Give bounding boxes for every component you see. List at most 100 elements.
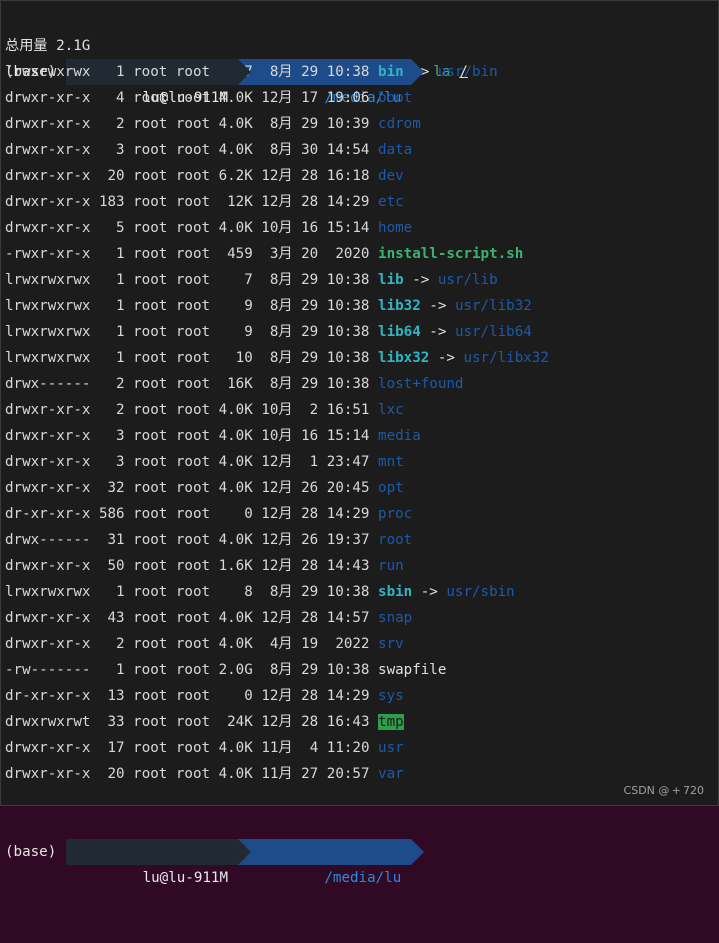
list-item: dr-xr-xr-x 13 root root 0 12月 28 14:29 s…: [5, 683, 404, 709]
file-name: swapfile: [378, 662, 447, 678]
file-size: 459: [227, 246, 253, 262]
link-count: 5: [116, 220, 125, 236]
group: root: [175, 740, 211, 756]
permissions: drwxr-xr-x: [5, 610, 91, 626]
permissions: drwx------: [5, 376, 91, 392]
owner: root: [133, 428, 168, 444]
list-item: drwxrwxrwt 33 root root 24K 12月 28 16:43…: [5, 709, 404, 735]
list-item: -rw------- 1 root root 2.0G 8月 29 10:38 …: [5, 657, 446, 683]
list-item: lrwxrwxrwx 1 root root 7 8月 29 10:38 lib…: [5, 267, 498, 293]
permissions: lrwxrwxrwx: [5, 298, 91, 314]
prompt-line-bottom: (base) lu@lu-911M /media/lu: [5, 787, 425, 886]
permissions: drwx------: [5, 532, 91, 548]
day: 29: [301, 376, 319, 392]
link-target: usr/lib: [437, 272, 498, 288]
permissions: lrwxrwxrwx: [5, 64, 91, 80]
permissions: lrwxrwxrwx: [5, 272, 91, 288]
link-count: 1: [116, 298, 125, 314]
month: 8月: [269, 298, 293, 314]
month: 10月: [261, 428, 293, 444]
time: 11:20: [326, 740, 370, 756]
link-count: 1: [116, 350, 125, 366]
link-count: 13: [107, 688, 125, 704]
month: 11月: [261, 740, 293, 756]
file-size: 4.0K: [218, 740, 253, 756]
link-count: 20: [107, 766, 125, 782]
month: 10月: [261, 402, 293, 418]
file-size: 9: [244, 298, 253, 314]
list-item: lrwxrwxrwx 1 root root 9 8月 29 10:38 lib…: [5, 319, 532, 345]
file-name: mnt: [378, 454, 404, 470]
owner: root: [133, 142, 168, 158]
owner: root: [133, 454, 168, 470]
prompt-path: /media/lu: [238, 839, 425, 886]
group: root: [175, 558, 211, 574]
group: root: [175, 64, 211, 80]
permissions: drwxr-xr-x: [5, 558, 91, 574]
owner: root: [133, 636, 168, 652]
month: 12月: [261, 506, 293, 522]
month: 12月: [261, 168, 293, 184]
file-name: root: [378, 532, 413, 548]
owner: root: [133, 350, 168, 366]
link-count: 183: [98, 194, 125, 210]
group: root: [175, 402, 211, 418]
link-count: 2: [116, 116, 125, 132]
month: 12月: [261, 194, 293, 210]
month: 12月: [261, 454, 293, 470]
terminal-window[interactable]: (base) lu@lu-911M /media/lu la / 总用量 2.1…: [0, 0, 719, 886]
month: 3月: [269, 246, 293, 262]
month: 12月: [261, 688, 293, 704]
day: 28: [301, 168, 319, 184]
month: 4月: [269, 636, 293, 652]
file-size: 4.0K: [218, 610, 253, 626]
time: 10:38: [326, 324, 370, 340]
time: 10:38: [326, 64, 370, 80]
day: 30: [301, 142, 319, 158]
time: 14:57: [326, 610, 370, 626]
link-arrow: ->: [437, 350, 455, 366]
day: 2: [309, 402, 319, 418]
file-name: opt: [378, 480, 404, 496]
permissions: drwxr-xr-x: [5, 142, 91, 158]
prompt-path-arrow-icon: [411, 839, 425, 865]
time: 10:38: [326, 298, 370, 314]
file-name: home: [378, 220, 413, 236]
file-name: srv: [378, 636, 404, 652]
link-target: usr/sbin: [446, 584, 515, 600]
link-count: 50: [107, 558, 125, 574]
list-item: lrwxrwxrwx 1 root root 8 8月 29 10:38 sbi…: [5, 579, 515, 605]
day: 16: [301, 428, 319, 444]
time: 15:14: [326, 220, 370, 236]
day: 26: [301, 532, 319, 548]
owner: root: [133, 246, 168, 262]
permissions: drwxr-xr-x: [5, 220, 91, 236]
group: root: [175, 324, 211, 340]
time: 10:38: [326, 584, 370, 600]
link-arrow: ->: [429, 298, 447, 314]
day: 28: [301, 194, 319, 210]
time: 14:43: [326, 558, 370, 574]
file-size: 4.0K: [218, 116, 253, 132]
watermark: CSDN @ + 720: [623, 784, 704, 797]
permissions: drwxr-xr-x: [5, 428, 91, 444]
permissions: drwxr-xr-x: [5, 194, 91, 210]
group: root: [175, 688, 211, 704]
group: root: [175, 116, 211, 132]
day: 29: [301, 272, 319, 288]
owner: root: [133, 688, 168, 704]
file-size: 4.0K: [218, 142, 253, 158]
list-item: drwxr-xr-x 43 root root 4.0K 12月 28 14:5…: [5, 605, 412, 631]
month: 8月: [269, 350, 293, 366]
permissions: dr-xr-xr-x: [5, 506, 91, 522]
link-count: 1: [116, 584, 125, 600]
list-item: drwxr-xr-x 2 root root 4.0K 10月 2 16:51 …: [5, 397, 404, 423]
permissions: drwxr-xr-x: [5, 402, 91, 418]
month: 12月: [261, 90, 293, 106]
permissions: drwxr-xr-x: [5, 168, 91, 184]
list-item: drwxr-xr-x 20 root root 6.2K 12月 28 16:1…: [5, 163, 404, 189]
owner: root: [133, 298, 168, 314]
day: 16: [301, 220, 319, 236]
time: 20:57: [326, 766, 370, 782]
day: 20: [301, 246, 319, 262]
